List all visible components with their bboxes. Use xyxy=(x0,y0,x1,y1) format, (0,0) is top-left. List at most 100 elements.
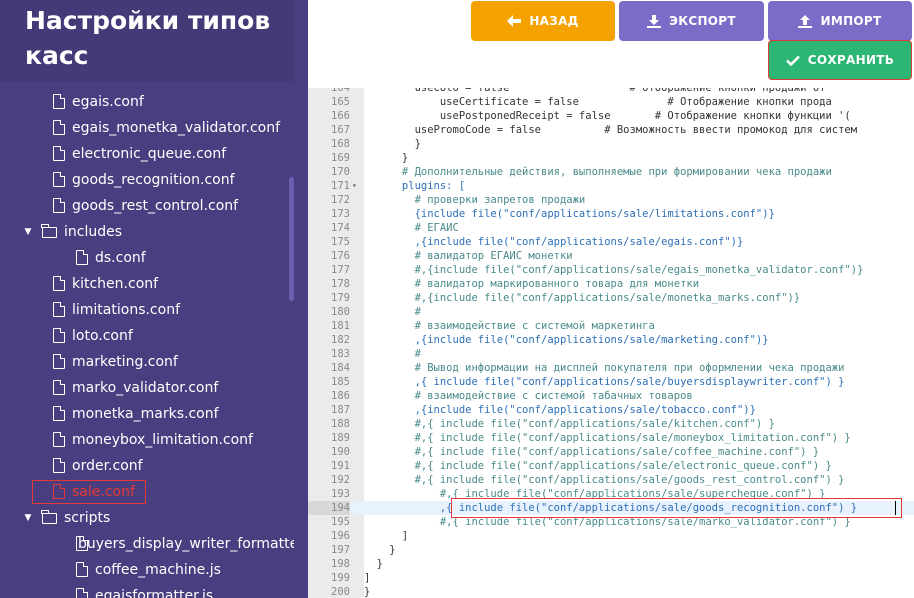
tree-item-label: moneybox_limitation.conf xyxy=(72,432,253,448)
tree-item-label: order.conf xyxy=(72,458,143,474)
line-number: 194 xyxy=(308,501,350,515)
code-line[interactable]: 200} xyxy=(308,585,914,598)
code-text: # проверки запретов продажи xyxy=(364,194,586,206)
code-line[interactable]: 168 } xyxy=(308,137,914,151)
tree-file[interactable]: egais.conf xyxy=(0,89,294,115)
tree-file[interactable]: marko_validator.conf xyxy=(0,375,294,401)
code-line[interactable]: 182 ,{include file("conf/applications/sa… xyxy=(308,333,914,347)
import-button-label: ИМПОРТ xyxy=(820,14,882,28)
tree-file[interactable]: goods_recognition.conf xyxy=(0,167,294,193)
code-editor[interactable]: 164 useCoto = false # Отображение кнопки… xyxy=(308,88,914,598)
code-text: #,{ include file("conf/applications/sale… xyxy=(364,460,832,472)
file-icon xyxy=(51,458,68,474)
code-text: #,{ include file("conf/applications/sale… xyxy=(364,418,775,430)
code-line[interactable]: 180 # xyxy=(308,305,914,319)
tree-file[interactable]: goods_rest_control.conf xyxy=(0,193,294,219)
line-number: 189 xyxy=(331,432,350,444)
code-text: usePromoCode = false # Возможность ввест… xyxy=(364,124,858,136)
tree-file[interactable]: loto.conf xyxy=(0,323,294,349)
tree-item-label: egaisformatter.js xyxy=(95,588,214,598)
line-number: 178 xyxy=(331,278,350,290)
code-line[interactable]: 197 } xyxy=(308,543,914,557)
file-icon xyxy=(74,562,91,578)
export-button[interactable]: ЭКСПОРТ xyxy=(619,1,764,41)
code-line[interactable]: 173 {include file("conf/applications/sal… xyxy=(308,207,914,221)
code-line[interactable]: 185 ,{ include file("conf/applications/s… xyxy=(308,375,914,389)
code-line[interactable]: 189 #,{ include file("conf/applications/… xyxy=(308,431,914,445)
chevron-down-icon[interactable]: ▼ xyxy=(22,227,34,237)
tree-file[interactable]: kitchen.conf xyxy=(0,271,294,297)
code-line[interactable]: 192 #,{ include file("conf/applications/… xyxy=(308,473,914,487)
file-icon xyxy=(51,172,68,188)
code-line[interactable]: 187 ,{include file("conf/applications/sa… xyxy=(308,403,914,417)
upload-icon xyxy=(798,14,813,28)
tree-file[interactable]: coffee_machine.js xyxy=(0,557,294,583)
code-line[interactable]: 172 # проверки запретов продажи xyxy=(308,193,914,207)
highlight-box xyxy=(451,498,902,518)
code-line[interactable]: 190 #,{ include file("conf/applications/… xyxy=(308,445,914,459)
code-line[interactable]: 181 # взаимодействие с системой маркетин… xyxy=(308,319,914,333)
back-button[interactable]: НАЗАД xyxy=(471,1,615,41)
folder-icon xyxy=(41,510,59,526)
code-line[interactable]: 184 # Вывод информации на дисплей покупа… xyxy=(308,361,914,375)
code-line[interactable]: 183 # xyxy=(308,347,914,361)
tree-file[interactable]: egaisformatter.js xyxy=(0,583,294,598)
line-number: 174 xyxy=(331,222,350,234)
file-icon xyxy=(74,250,91,266)
code-line[interactable]: 198 } xyxy=(308,557,914,571)
code-line[interactable]: 188 #,{ include file("conf/applications/… xyxy=(308,417,914,431)
line-number: 173 xyxy=(331,208,350,220)
code-line[interactable]: 166 usePostponedReceipt = false # Отобра… xyxy=(308,109,914,123)
save-button[interactable]: СОХРАНИТЬ xyxy=(768,40,912,80)
line-number: 193 xyxy=(331,488,350,500)
tree-file[interactable]: egais_monetka_validator.conf xyxy=(0,115,294,141)
tree-file[interactable]: buyers_display_writer_formatte xyxy=(0,531,294,557)
code-line[interactable]: 164 useCoto = false # Отображение кнопки… xyxy=(308,88,914,95)
code-line[interactable]: 199] xyxy=(308,571,914,585)
code-line[interactable]: 177 #,{include file("conf/applications/s… xyxy=(308,263,914,277)
line-number: 171 xyxy=(331,180,350,192)
export-button-label: ЭКСПОРТ xyxy=(669,14,736,28)
tree-folder[interactable]: ▼ scripts xyxy=(0,505,294,531)
chevron-down-icon[interactable]: ▼ xyxy=(22,513,34,523)
line-number: 165 xyxy=(331,96,350,108)
line-number: 166 xyxy=(331,110,350,122)
tree-file[interactable]: monetka_marks.conf xyxy=(0,401,294,427)
tree-file[interactable]: marketing.conf xyxy=(0,349,294,375)
file-icon xyxy=(51,354,68,370)
tree-file[interactable]: order.conf xyxy=(0,453,294,479)
code-line[interactable]: 167 usePromoCode = false # Возможность в… xyxy=(308,123,914,137)
code-text: # взаимодействие с системой табачных тов… xyxy=(364,390,693,402)
tree-file[interactable]: limitations.conf xyxy=(0,297,294,323)
code-line[interactable]: 174 # ЕГАИС xyxy=(308,221,914,235)
code-line[interactable]: 179 #,{include file("conf/applications/s… xyxy=(308,291,914,305)
code-line[interactable]: 176 # валидатор ЕГАИС монетки xyxy=(308,249,914,263)
code-text: # взаимодействие с системой маркетинга xyxy=(364,320,655,332)
line-number: 180 xyxy=(331,306,350,318)
sidebar-scrollbar-track[interactable] xyxy=(294,82,308,598)
tree-folder[interactable]: ▼ includes xyxy=(0,219,294,245)
file-icon xyxy=(51,432,68,448)
code-line[interactable]: 196 ] xyxy=(308,529,914,543)
code-line[interactable]: 178 # валидатор маркированного товара дл… xyxy=(308,277,914,291)
code-text: usePostponedReceipt = false # Отображени… xyxy=(364,110,851,122)
code-line[interactable]: 186 # взаимодействие с системой табачных… xyxy=(308,389,914,403)
tree-file[interactable]: ds.conf xyxy=(0,245,294,271)
code-line[interactable]: 170 # Дополнительные действия, выполняем… xyxy=(308,165,914,179)
line-number: 200 xyxy=(331,586,350,598)
line-number: 186 xyxy=(331,390,350,402)
code-line[interactable]: 175 ,{include file("conf/applications/sa… xyxy=(308,235,914,249)
code-line[interactable]: 171 ▾ plugins: [ xyxy=(308,179,914,193)
tree-item-label: egais.conf xyxy=(72,94,144,110)
code-line[interactable]: 165 useCertificate = false # Отображение… xyxy=(308,95,914,109)
import-button[interactable]: ИМПОРТ xyxy=(768,1,912,41)
code-line[interactable]: 191 #,{ include file("conf/applications/… xyxy=(308,459,914,473)
code-line[interactable]: 169 } xyxy=(308,151,914,165)
line-number: 164 xyxy=(331,88,350,94)
fold-toggle-icon[interactable]: ▾ xyxy=(352,179,357,193)
line-number: 172 xyxy=(331,194,350,206)
file-icon xyxy=(51,406,68,422)
tree-file[interactable]: moneybox_limitation.conf xyxy=(0,427,294,453)
tree-file[interactable]: electronic_queue.conf xyxy=(0,141,294,167)
sidebar-scrollbar-thumb[interactable] xyxy=(289,177,294,301)
